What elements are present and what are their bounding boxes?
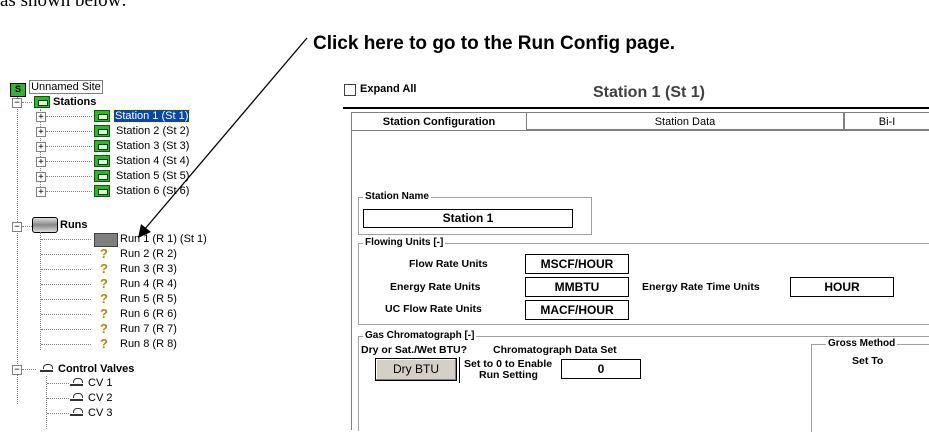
control-valves-label[interactable]: Control Valves [58, 362, 134, 376]
dry-wet-btu-label: Dry or Sat./Wet BTU? [361, 344, 467, 356]
tree-station-2[interactable]: Station 2 (St 2) [116, 124, 189, 138]
run-meter-icon [94, 233, 118, 247]
question-icon: ? [100, 246, 108, 261]
energy-rate-units-field[interactable]: MMBTU [525, 277, 629, 297]
gross-method-group: Gross Method Set To [811, 338, 929, 432]
energy-rate-units-label: Energy Rate Units [390, 281, 481, 293]
page-title: Station 1 (St 1) [593, 84, 706, 101]
uc-flow-rate-units-label: UC Flow Rate Units [385, 303, 482, 315]
header-divider [343, 107, 929, 109]
expand-station-icon[interactable]: + [36, 187, 46, 197]
tree-station-5[interactable]: Station 5 (St 5) [116, 169, 189, 183]
gross-method-group-label: Gross Method [826, 338, 898, 349]
tab-content: Station Name Station 1 Flowing Units [-]… [351, 130, 929, 432]
set-to-label: Set To [852, 355, 884, 367]
run-setting-label: Run Setting [479, 369, 538, 381]
station-name-field[interactable]: Station 1 [363, 209, 573, 228]
collapse-runs-icon[interactable]: − [12, 222, 22, 232]
tab-bi[interactable]: Bi-I [844, 112, 929, 130]
collapse-stations-icon[interactable]: − [12, 98, 22, 108]
expand-station-icon[interactable]: + [36, 112, 46, 122]
expand-station-icon[interactable]: + [36, 142, 46, 152]
gas-chromatograph-group-label: Gas Chromatograph [-] [363, 330, 477, 341]
flowing-units-group: Flowing Units [-] Flow Rate Units MSCF/H… [358, 237, 929, 325]
station-icon [94, 140, 110, 152]
tab-station-configuration[interactable]: Station Configuration [351, 112, 526, 130]
runs-pipe-icon [32, 217, 58, 233]
station-icon [94, 170, 110, 182]
valve-icon [70, 407, 84, 419]
tree-station-1[interactable]: Station 1 (St 1) [112, 109, 191, 123]
tree-cv-1[interactable]: CV 1 [88, 376, 112, 390]
tab-bar: Station Configuration Station Data Bi-I [351, 112, 929, 130]
tree-station-6[interactable]: Station 6 (St 6) [116, 184, 189, 198]
expand-station-icon[interactable]: + [36, 157, 46, 167]
site-icon: S [10, 83, 26, 97]
station-icon [94, 110, 110, 122]
question-icon: ? [100, 336, 108, 351]
stations-label[interactable]: Stations [53, 95, 96, 109]
tree-run-2[interactable]: Run 2 (R 2) [120, 247, 177, 261]
station-panel: Expand All Station 1 (St 1) Station Conf… [343, 80, 929, 432]
tree-run-8[interactable]: Run 8 (R 8) [120, 337, 177, 351]
station-icon [94, 125, 110, 137]
runs-label[interactable]: Runs [60, 218, 88, 232]
callout-text: Click here to go to the Run Config page. [313, 33, 676, 54]
chromatograph-data-set-field[interactable]: 0 [561, 359, 641, 379]
station-name-group-label: Station Name [363, 191, 431, 202]
tab-station-data[interactable]: Station Data [526, 112, 844, 130]
flow-rate-units-label: Flow Rate Units [409, 258, 488, 270]
uc-flow-rate-units-field[interactable]: MACF/HOUR [525, 300, 629, 320]
tree-run-1[interactable]: Run 1 (R 1) (St 1) [120, 232, 207, 246]
question-icon: ? [100, 276, 108, 291]
expand-all-checkbox[interactable] [344, 84, 356, 96]
flowing-units-group-label: Flowing Units [-] [363, 237, 446, 248]
tree-line [17, 94, 18, 404]
valve-icon [40, 363, 54, 375]
energy-rate-time-units-label: Energy Rate Time Units [642, 281, 760, 293]
tree-run-6[interactable]: Run 6 (R 6) [120, 307, 177, 321]
valve-icon [70, 392, 84, 404]
dry-btu-button[interactable]: Dry BTU [375, 358, 457, 381]
document-text: as shown below: [0, 0, 127, 11]
collapse-valves-icon[interactable]: − [12, 365, 22, 375]
tree-station-3[interactable]: Station 3 (St 3) [116, 139, 189, 153]
tree-run-5[interactable]: Run 5 (R 5) [120, 292, 177, 306]
tree-root-label: Unnamed Site [29, 80, 103, 94]
chromatograph-data-set-label: Chromatograph Data Set [493, 344, 617, 356]
tree-run-4[interactable]: Run 4 (R 4) [120, 277, 177, 291]
tree-cv-2[interactable]: CV 2 [88, 391, 112, 405]
expand-station-icon[interactable]: + [36, 127, 46, 137]
station-icon [94, 185, 110, 197]
stations-folder-icon [34, 96, 50, 108]
station-icon [94, 155, 110, 167]
site-tree[interactable]: S Unnamed Site − Stations + Station 1 (S… [10, 80, 340, 429]
question-icon: ? [100, 291, 108, 306]
question-icon: ? [100, 261, 108, 276]
tree-run-3[interactable]: Run 3 (R 3) [120, 262, 177, 276]
tree-cv-3[interactable]: CV 3 [88, 406, 112, 420]
tree-station-4[interactable]: Station 4 (St 4) [116, 154, 189, 168]
station-name-group: Station Name Station 1 [358, 191, 592, 235]
flow-rate-units-field[interactable]: MSCF/HOUR [525, 254, 629, 274]
expand-station-icon[interactable]: + [36, 172, 46, 182]
tree-root[interactable]: S Unnamed Site [10, 80, 103, 97]
valve-icon [70, 377, 84, 389]
tree-run-7[interactable]: Run 7 (R 7) [120, 322, 177, 336]
gas-chromatograph-group: Gas Chromatograph [-] Dry or Sat./Wet BT… [358, 330, 929, 432]
expand-all-label[interactable]: Expand All [360, 83, 416, 95]
energy-rate-time-units-field[interactable]: HOUR [790, 277, 894, 297]
question-icon: ? [100, 321, 108, 336]
question-icon: ? [100, 306, 108, 321]
